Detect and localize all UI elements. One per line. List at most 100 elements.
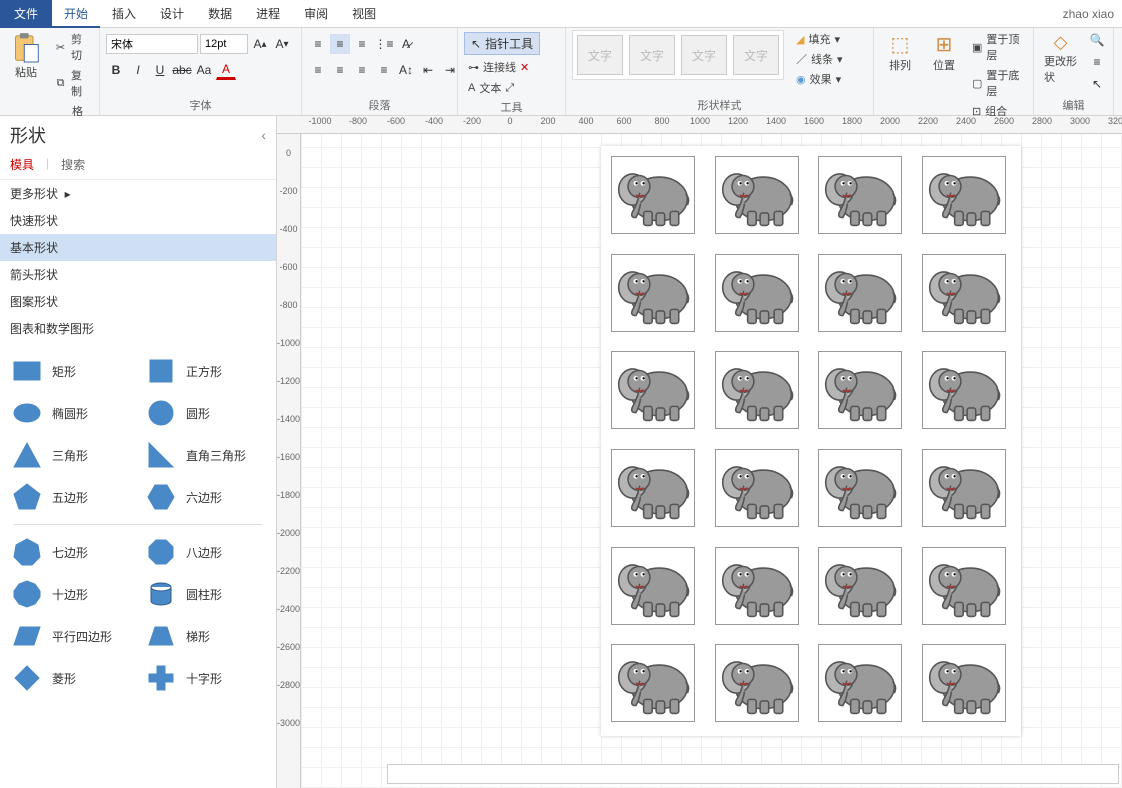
change-shape-button[interactable]: ◇更改形状 (1040, 30, 1081, 87)
shape-六边形[interactable]: 六边形 (138, 476, 272, 518)
shape-三角形[interactable]: 三角形 (4, 434, 138, 476)
canvas-shape[interactable] (715, 254, 799, 332)
justify-button[interactable]: ≡ (374, 60, 394, 80)
effect-button[interactable]: ◉效果▾ (792, 70, 847, 88)
canvas-shape[interactable] (922, 156, 1006, 234)
strike-button[interactable]: abc (172, 60, 192, 80)
indent-dec-button[interactable]: ⇤ (418, 60, 438, 80)
canvas-shape[interactable] (818, 644, 902, 722)
align-left-button[interactable]: ≡ (308, 60, 328, 80)
shape-圆柱形[interactable]: 圆柱形 (138, 573, 272, 615)
canvas-shape[interactable] (922, 254, 1006, 332)
canvas-shape[interactable] (611, 644, 695, 722)
user-name[interactable]: zhao xiao (1063, 7, 1114, 21)
bold-button[interactable]: B (106, 60, 126, 80)
canvas-shape[interactable] (922, 644, 1006, 722)
collapse-panel-button[interactable]: ‹ (261, 127, 266, 143)
font-name-select[interactable] (106, 34, 198, 54)
shape-圆形[interactable]: 圆形 (138, 392, 272, 434)
text-tool-button[interactable]: A文本⤢ (464, 79, 518, 97)
line-button[interactable]: ／线条▾ (792, 50, 847, 68)
indent-inc-button[interactable]: ⇥ (440, 60, 460, 80)
cat-basic[interactable]: 基本形状 (0, 234, 276, 261)
canvas-shape[interactable] (922, 351, 1006, 429)
tab-view[interactable]: 视图 (340, 0, 388, 28)
canvas-shape[interactable] (715, 547, 799, 625)
canvas-shape[interactable] (611, 449, 695, 527)
decrease-font-button[interactable]: A▾ (272, 34, 292, 54)
canvas-shape[interactable] (818, 547, 902, 625)
tab-file[interactable]: 文件 (0, 0, 52, 28)
clear-format-button[interactable]: A̷ (396, 34, 416, 54)
canvas-shape[interactable] (715, 351, 799, 429)
align-middle-button[interactable]: ≡ (330, 34, 350, 54)
cut-button[interactable]: ✂剪切 (50, 30, 93, 64)
bring-front-button[interactable]: ▣置于顶层 (968, 30, 1027, 64)
canvas-shape[interactable] (818, 351, 902, 429)
shape-平行四边形[interactable]: 平行四边形 (4, 615, 138, 657)
cat-pattern[interactable]: 图案形状 (0, 288, 276, 315)
font-color-button[interactable]: A (216, 60, 236, 80)
tab-home[interactable]: 开始 (52, 0, 100, 28)
shape-十字形[interactable]: 十字形 (138, 657, 272, 699)
style-thumb[interactable]: 文字 (629, 35, 675, 75)
more-shapes[interactable]: 更多形状 ▸ (0, 180, 276, 207)
shape-十边形[interactable]: 十边形 (4, 573, 138, 615)
increase-font-button[interactable]: A▴ (250, 34, 270, 54)
stencil-tab[interactable]: 模具 (10, 156, 34, 173)
search-tab[interactable]: 搜索 (61, 156, 85, 173)
shape-七边形[interactable]: 七边形 (4, 531, 138, 573)
shape-梯形[interactable]: 梯形 (138, 615, 272, 657)
status-input[interactable] (387, 764, 1119, 784)
cat-chart[interactable]: 图表和数学图形 (0, 315, 276, 342)
canvas-shape[interactable] (922, 547, 1006, 625)
canvas-shape[interactable] (818, 449, 902, 527)
tab-review[interactable]: 审阅 (292, 0, 340, 28)
underline-button[interactable]: U (150, 60, 170, 80)
connector-button[interactable]: ⊶连接线✕ (464, 58, 533, 76)
layers-button[interactable]: ≡ (1087, 52, 1107, 72)
tab-data[interactable]: 数据 (196, 0, 244, 28)
canvas-shape[interactable] (611, 254, 695, 332)
canvas-shape[interactable] (715, 156, 799, 234)
shape-直角三角形[interactable]: 直角三角形 (138, 434, 272, 476)
shape-矩形[interactable]: 矩形 (4, 350, 138, 392)
canvas-shape[interactable] (611, 156, 695, 234)
pointer-tool-button[interactable]: ↖指针工具 (464, 32, 540, 55)
shape-菱形[interactable]: 菱形 (4, 657, 138, 699)
style-thumb[interactable]: 文字 (577, 35, 623, 75)
change-case-button[interactable]: Aa (194, 60, 214, 80)
align-center-button[interactable]: ≡ (330, 60, 350, 80)
paste-button[interactable]: 粘贴 (6, 30, 46, 82)
shape-style-gallery[interactable]: 文字 文字 文字 文字 (572, 30, 784, 80)
style-thumb[interactable]: 文字 (681, 35, 727, 75)
shape-八边形[interactable]: 八边形 (138, 531, 272, 573)
canvas-shape[interactable] (818, 156, 902, 234)
shape-椭圆形[interactable]: 椭圆形 (4, 392, 138, 434)
shape-正方形[interactable]: 正方形 (138, 350, 272, 392)
cat-quick[interactable]: 快速形状 (0, 207, 276, 234)
copy-button[interactable]: ⧉复制 (50, 66, 93, 100)
canvas-shape[interactable] (715, 644, 799, 722)
align-top-button[interactable]: ≡ (308, 34, 328, 54)
align-right-button[interactable]: ≡ (352, 60, 372, 80)
italic-button[interactable]: I (128, 60, 148, 80)
style-thumb[interactable]: 文字 (733, 35, 779, 75)
tab-insert[interactable]: 插入 (100, 0, 148, 28)
bullets-button[interactable]: ⋮≡ (374, 34, 394, 54)
position-button[interactable]: ⊞位置 (924, 30, 964, 75)
text-direction-button[interactable]: A↕ (396, 60, 416, 80)
canvas-shape[interactable] (818, 254, 902, 332)
canvas-shape[interactable] (611, 547, 695, 625)
select-button[interactable]: ↖ (1087, 74, 1107, 94)
tab-design[interactable]: 设计 (148, 0, 196, 28)
align-bottom-button[interactable]: ≡ (352, 34, 372, 54)
canvas-shape[interactable] (611, 351, 695, 429)
arrange-button[interactable]: ⬚排列 (880, 30, 920, 75)
canvas-shape[interactable] (922, 449, 1006, 527)
canvas-shape[interactable] (715, 449, 799, 527)
cat-arrow[interactable]: 箭头形状 (0, 261, 276, 288)
tab-process[interactable]: 进程 (244, 0, 292, 28)
find-button[interactable]: 🔍 (1087, 30, 1107, 50)
shape-五边形[interactable]: 五边形 (4, 476, 138, 518)
